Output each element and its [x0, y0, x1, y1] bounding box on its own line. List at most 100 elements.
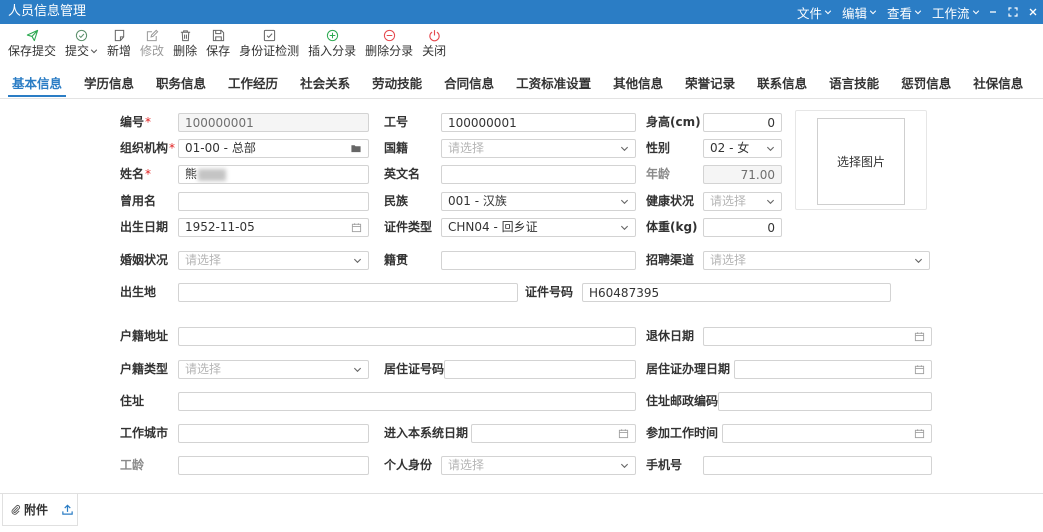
gender-select[interactable]: 02 - 女 [703, 139, 782, 158]
plus-circle-icon [326, 29, 338, 42]
nationality-select[interactable]: 请选择 [441, 139, 636, 158]
title-bar: 人员信息管理 文件 编辑 查看 工作流 [0, 0, 1043, 24]
tab-social-insurance[interactable]: 社保信息 [969, 74, 1027, 98]
label-id-type: 证件类型 [384, 220, 433, 234]
minimize-button[interactable] [983, 0, 1003, 24]
name-input[interactable]: 熊 [178, 165, 369, 184]
toolbar-label: 删除 [173, 44, 198, 58]
birth-place-input[interactable] [178, 283, 518, 302]
menu-view[interactable]: 查看 [887, 3, 922, 22]
menu-workflow[interactable]: 工作流 [932, 3, 980, 22]
chevron-down-icon [914, 258, 923, 264]
address-postcode-input[interactable] [718, 392, 932, 411]
tab-divider [0, 98, 1043, 99]
minus-circle-icon [383, 29, 395, 42]
save-button[interactable]: 保存 [206, 29, 230, 58]
residence-permit-date-picker[interactable] [734, 360, 932, 379]
tab-basic-info[interactable]: 基本信息 [8, 74, 67, 98]
maximize-button[interactable] [1003, 0, 1023, 24]
tab-other-info[interactable]: 其他信息 [609, 74, 667, 98]
menu-file[interactable]: 文件 [797, 3, 832, 22]
tab-position[interactable]: 职务信息 [152, 74, 210, 98]
delete-entry-button[interactable]: 删除分录 [365, 29, 413, 58]
calendar-icon[interactable] [914, 428, 925, 439]
weight-input[interactable] [703, 218, 782, 237]
birth-date-picker[interactable]: 1952-11-05 [178, 218, 369, 237]
health-status-select[interactable]: 请选择 [703, 192, 782, 211]
submit-dropdown-button[interactable]: 提交 [65, 29, 98, 58]
height-input[interactable] [703, 113, 782, 132]
label-name: 姓名* [120, 165, 151, 184]
mobile-input[interactable] [703, 456, 932, 475]
select-value: 001 - 汉族 [448, 194, 507, 208]
upload-icon[interactable] [61, 503, 74, 516]
household-address-input[interactable] [178, 327, 636, 346]
tab-work-experience[interactable]: 工作经历 [224, 74, 282, 98]
chevron-down-icon [620, 225, 629, 231]
tab-contract[interactable]: 合同信息 [440, 74, 498, 98]
delete-button[interactable]: 删除 [173, 29, 197, 58]
label-address: 住址 [120, 394, 145, 408]
save-icon [212, 29, 224, 42]
retire-date-picker[interactable] [703, 327, 932, 346]
tab-social-relations[interactable]: 社会关系 [296, 74, 354, 98]
work-years-input[interactable] [178, 456, 369, 475]
residence-permit-no-input[interactable] [444, 360, 636, 379]
label-health-status: 健康状况 [646, 194, 695, 208]
close-window-button[interactable] [1023, 0, 1043, 24]
tab-language-skills[interactable]: 语言技能 [825, 74, 883, 98]
id-card-check-button[interactable]: 身份证检测 [239, 29, 299, 58]
close-button[interactable]: 关闭 [422, 29, 446, 58]
calendar-icon[interactable] [351, 222, 362, 233]
folder-icon[interactable] [350, 143, 362, 154]
label-work-start-date: 参加工作时间 [646, 426, 719, 440]
tab-education[interactable]: 学历信息 [80, 74, 138, 98]
close-icon [1029, 8, 1037, 16]
window-title: 人员信息管理 [8, 4, 87, 19]
id-type-select[interactable]: CHN04 - 回乡证 [441, 218, 636, 237]
label-residence-permit-date: 居住证办理日期 [646, 362, 731, 376]
household-type-select[interactable]: 请选择 [178, 360, 369, 379]
save-submit-button[interactable]: 保存提交 [8, 29, 56, 58]
menu-bar: 文件 编辑 查看 工作流 [797, 0, 990, 24]
required-mark: * [145, 115, 152, 129]
add-button[interactable]: 新增 [107, 29, 131, 58]
work-city-input[interactable] [178, 424, 369, 443]
select-placeholder: 请选择 [710, 253, 747, 267]
organization-picker[interactable]: 01-00 - 总部 [178, 139, 369, 158]
calendar-icon[interactable] [618, 428, 629, 439]
select-placeholder: 请选择 [185, 253, 222, 267]
toolbar-label: 身份证检测 [239, 44, 300, 58]
ethnicity-select[interactable]: 001 - 汉族 [441, 192, 636, 211]
english-name-input[interactable] [441, 165, 636, 184]
tab-salary-standard[interactable]: 工资标准设置 [512, 74, 595, 98]
insert-entry-button[interactable]: 插入分录 [308, 29, 356, 58]
system-entry-date-picker[interactable] [471, 424, 636, 443]
tab-honors[interactable]: 荣誉记录 [681, 74, 739, 98]
menu-edit[interactable]: 编辑 [842, 3, 877, 22]
organization-value: 01-00 - 总部 [185, 141, 256, 155]
tab-contact-info[interactable]: 联系信息 [753, 74, 811, 98]
label-household-address: 户籍地址 [120, 329, 169, 343]
personal-identity-select[interactable]: 请选择 [441, 456, 636, 475]
recruit-channel-select[interactable]: 请选择 [703, 251, 930, 270]
work-start-date-picker[interactable] [722, 424, 932, 443]
job-no-input[interactable] [441, 113, 636, 132]
calendar-icon[interactable] [914, 364, 925, 375]
edit-button[interactable]: 修改 [140, 29, 164, 58]
calendar-icon[interactable] [914, 331, 925, 342]
former-name-input[interactable] [178, 192, 369, 211]
id-number-input[interactable] [582, 283, 891, 302]
select-photo-button[interactable]: 选择图片 [817, 118, 905, 205]
marital-status-select[interactable]: 请选择 [178, 251, 369, 270]
address-input[interactable] [178, 392, 636, 411]
toolbar-label: 修改 [140, 44, 165, 58]
trash-icon [180, 30, 190, 42]
label-residence-permit-no: 居住证号码 [384, 362, 445, 376]
tab-labor-skills[interactable]: 劳动技能 [368, 74, 426, 98]
label-native-place: 籍贯 [384, 253, 409, 267]
tab-penalty[interactable]: 惩罚信息 [897, 74, 955, 98]
label-birth-date: 出生日期 [120, 220, 169, 234]
attachments-tab[interactable]: 附件 [2, 494, 78, 526]
native-place-input[interactable] [441, 251, 636, 270]
